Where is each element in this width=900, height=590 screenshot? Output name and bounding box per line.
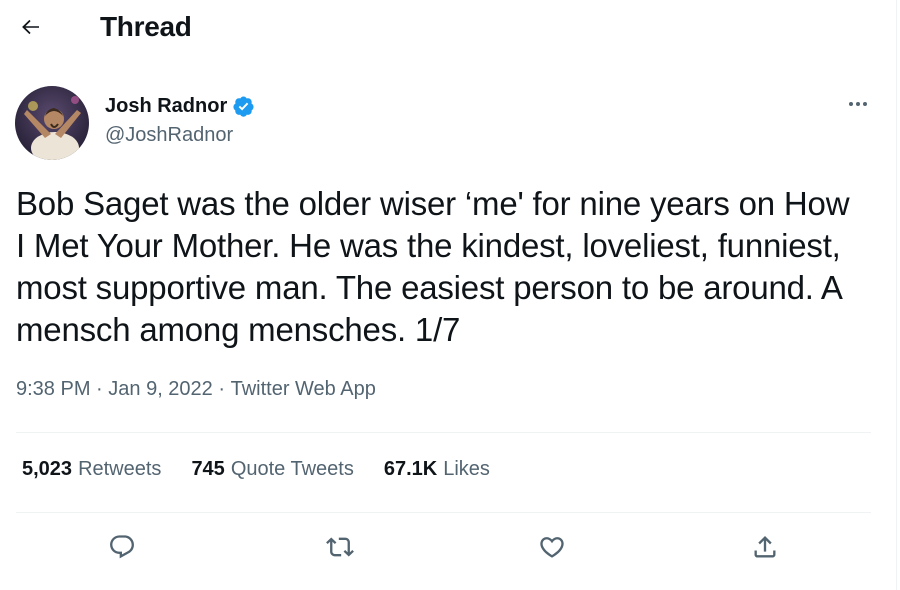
- tweet-meta: 9:38 PM · Jan 9, 2022 · Twitter Web App: [16, 378, 376, 401]
- more-options-button[interactable]: [840, 92, 876, 120]
- divider: [16, 512, 871, 513]
- share-icon: [751, 533, 779, 566]
- retweet-button[interactable]: [321, 530, 359, 568]
- likes-label: Likes: [443, 458, 490, 480]
- like-icon: [538, 533, 566, 566]
- retweets-count: 5,023: [22, 458, 73, 480]
- tweet-detail-page: Thread Josh Radnor @JoshRadnor Bob Saget…: [0, 0, 897, 590]
- avatar[interactable]: [15, 86, 89, 160]
- tweet-source[interactable]: Twitter Web App: [231, 378, 376, 401]
- author-handle[interactable]: @JoshRadnor: [105, 124, 233, 147]
- retweet-icon: [326, 533, 354, 566]
- back-button[interactable]: [14, 12, 48, 46]
- tweet-stats: 5,023 Retweets 745 Quote Tweets 67.1K Li…: [22, 458, 520, 481]
- reply-button[interactable]: [103, 530, 141, 568]
- likes-count: 67.1K: [383, 458, 438, 480]
- tweet-date[interactable]: Jan 9, 2022: [108, 378, 213, 401]
- quote-tweets-count: 745: [191, 458, 225, 480]
- likes-stat[interactable]: 67.1K Likes: [384, 458, 490, 481]
- thread-header: Thread: [0, 0, 897, 58]
- retweets-stat[interactable]: 5,023 Retweets: [22, 458, 161, 481]
- verified-badge-icon: [232, 95, 255, 118]
- author-name-row: Josh Radnor: [105, 92, 255, 120]
- retweets-label: Retweets: [78, 458, 162, 480]
- reply-icon: [108, 533, 136, 566]
- tweet-text: Bob Saget was the older wiser ‘me' for n…: [16, 185, 859, 348]
- arrow-left-icon: [19, 15, 43, 44]
- tweet-actions: [0, 530, 897, 568]
- author-display-name[interactable]: Josh Radnor: [105, 95, 227, 118]
- divider: [16, 432, 871, 433]
- meta-separator: ·: [90, 378, 109, 400]
- like-button[interactable]: [533, 530, 571, 568]
- quote-tweets-label: Quote Tweets: [230, 458, 354, 480]
- page-title: Thread: [100, 11, 192, 42]
- tweet-time[interactable]: 9:38 PM: [16, 378, 90, 401]
- share-button[interactable]: [746, 530, 784, 568]
- more-dots-icon: [846, 92, 870, 121]
- meta-separator: ·: [212, 378, 231, 400]
- quote-tweets-stat[interactable]: 745 Quote Tweets: [191, 458, 353, 481]
